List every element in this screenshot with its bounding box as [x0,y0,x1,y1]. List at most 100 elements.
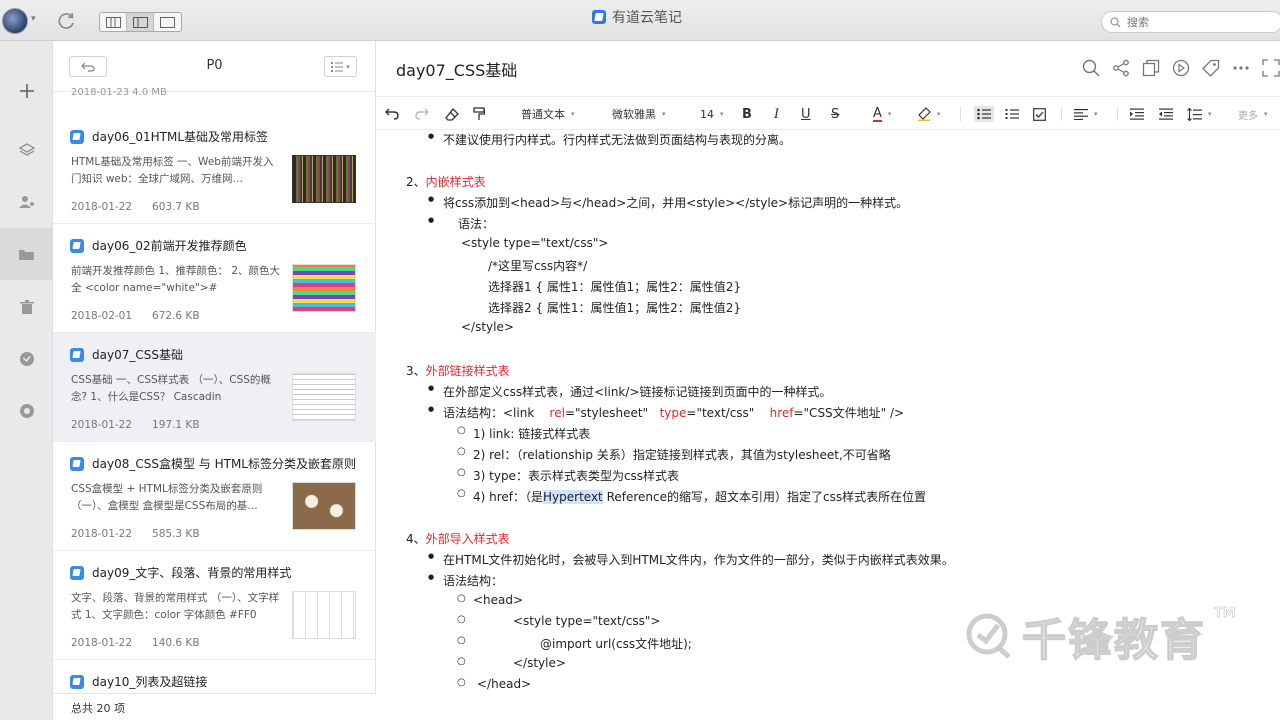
document-title[interactable]: day07_CSS基础 [396,57,517,81]
underline-button[interactable]: U [801,106,811,122]
sidebar-item-tags[interactable] [0,333,53,385]
new-note-button[interactable] [0,65,53,117]
sort-button[interactable]: ▾ [324,56,357,77]
list-item: 语法： [428,215,494,232]
note-item[interactable]: day07_CSS基础 CSS基础 一、CSS样式表 （一）、CSS的概念? 1… [53,333,376,442]
note-title: day09_文字、段落、背景的常用样式 [92,566,292,580]
format-painter-icon[interactable] [473,106,485,122]
note-snippet: CSS基础 一、CSS样式表 （一）、CSS的概念? 1、什么是CSS？ Cas… [71,374,271,403]
bullet-list-button[interactable] [974,106,994,122]
note-thumbnail [292,155,356,203]
user-avatar[interactable] [2,8,28,34]
note-item[interactable]: day09_文字、段落、背景的常用样式 文字、段落、背景的常用样式 （一）、文字… [53,551,376,660]
three-column-icon [105,16,121,28]
list-item: 语法结构：<link rel="stylesheet" type="text/c… [428,404,904,421]
note-snippet: HTML基础及常用标签 一、Web前端开发入门知识 web：全球广域网、万维网… [71,156,274,185]
sidebar-item-trash[interactable] [0,281,53,333]
bold-button[interactable]: B [742,106,752,122]
note-size: 197.1 KB [152,419,200,431]
app-title: 有道云笔记 [592,7,682,27]
outdent-icon [1159,108,1173,120]
highlight-button[interactable]: ▾ [917,106,941,122]
note-thumbnail [292,264,356,312]
sidebar-item-folders[interactable] [0,228,53,280]
sidebar-item-latest[interactable] [0,124,53,176]
play-icon[interactable] [1171,58,1191,78]
sub-list-item: 3) type：表示样式表类型为css样式表 [457,467,679,484]
sub-list-item: 4) href：（是Hypertext Reference的缩写，超文本引用）指… [457,488,926,505]
outdent-button[interactable] [1159,106,1173,122]
search-box[interactable] [1101,11,1280,33]
align-button[interactable]: ▾ [1074,106,1098,122]
code-line: /*这里写css内容*/ [488,259,588,273]
folder-icon [19,249,34,260]
share-icon[interactable] [1111,58,1131,78]
note-item[interactable]: day08_CSS盒模型 与 HTML标签分类及嵌套原则 CSS盒模型 + HT… [53,442,376,551]
font-family-select[interactable]: 微软雅黑 ▾ [612,106,666,122]
paragraph-style-select[interactable]: 普通文本 ▾ [521,106,575,122]
indent-icon [1130,108,1144,120]
tag-icon[interactable] [1201,58,1221,78]
note-icon [70,129,84,144]
chevron-down-icon: ▾ [346,62,350,71]
code-line: 选择器2 { 属性1：属性值1；属性2：属性值2} [488,301,742,315]
note-icon [70,456,84,471]
list-item: 在HTML文件初始化时，会被导入到HTML文件内，作为文件的一部分，类似于内嵌样… [428,551,954,568]
note-title: day10_列表及超链接 [92,675,208,689]
note-date: 2018-01-22 [71,201,133,213]
chevron-down-icon: ▾ [887,110,892,118]
note-size: 603.7 KB [152,201,200,213]
watermark-logo: 千锋教育 TM [964,604,1236,668]
chevron-down-icon: ▾ [571,110,575,118]
note-title: day08_CSS盒模型 与 HTML标签分类及嵌套原则 [92,457,356,471]
redo-icon[interactable] [415,106,429,122]
sidebar-item-settings[interactable] [0,385,53,437]
strikethrough-button[interactable]: S [831,106,839,122]
more-icon[interactable] [1231,58,1251,78]
note-item[interactable]: day06_02前端开发推荐颜色 前端开发推荐颜色 1、推荐颜色： 2、颜色大全… [53,224,376,333]
two-column-view-button[interactable] [127,13,154,31]
check-circle-icon [19,352,34,366]
more-button[interactable]: 更多 ▾ [1238,106,1268,122]
sidebar-item-shared[interactable] [0,176,53,228]
code-line: 选择器1 { 属性1：属性值1；属性2：属性值2} [488,280,742,294]
numbered-list-button[interactable] [1005,106,1019,122]
expand-icon[interactable] [1261,58,1280,78]
copy-icon[interactable] [1141,58,1161,78]
line-height-icon [1187,107,1202,121]
search-input[interactable] [1127,15,1267,29]
line-height-button[interactable]: ▾ [1187,106,1212,122]
indent-button[interactable] [1130,106,1144,122]
eraser-icon[interactable] [445,106,459,122]
three-column-view-button[interactable] [100,13,127,31]
sync-icon[interactable] [57,11,77,31]
checklist-button[interactable] [1033,106,1046,122]
previous-note-meta: 2018-01-23 4.0 MB [71,87,167,97]
font-color-button[interactable]: A ▾ [873,106,891,122]
italic-button[interactable]: I [774,106,779,122]
sub-list-item: <head> [457,593,523,607]
note-icon [70,238,84,253]
note-thumbnail [292,591,356,639]
trash-icon [19,299,34,314]
chevron-down-icon[interactable]: ▾ [31,14,36,24]
chevron-down-icon: ▾ [662,110,666,118]
format-toolbar: 普通文本 ▾ 微软雅黑 ▾ 14 ▾ B I U S A ▾ ▾ ▾ ▾ 更多 ▾ [376,96,1280,130]
list-icon [331,61,344,72]
code-line: </style> [461,320,514,334]
single-column-view-button[interactable] [154,13,181,31]
note-title: day06_02前端开发推荐颜色 [92,239,247,253]
note-item[interactable]: day06_01HTML基础及常用标签 HTML基础及常用标签 一、Web前端开… [53,115,376,224]
note-icon [70,674,84,689]
undo-icon[interactable] [385,106,399,122]
note-title: day07_CSS基础 [92,348,183,362]
numbered-list-icon [1005,109,1019,119]
note-snippet: 前端开发推荐颜色 1、推荐颜色： 2、颜色大全 <color name="whi… [71,265,281,294]
font-size-select[interactable]: 14 ▾ [700,106,724,122]
note-item[interactable]: day10_列表及超链接 [53,660,376,693]
note-icon [70,565,84,580]
layers-icon [18,143,35,156]
note-thumbnail [292,482,356,530]
code-line: <style type="text/css"> [461,236,609,250]
search-icon[interactable] [1081,58,1101,78]
